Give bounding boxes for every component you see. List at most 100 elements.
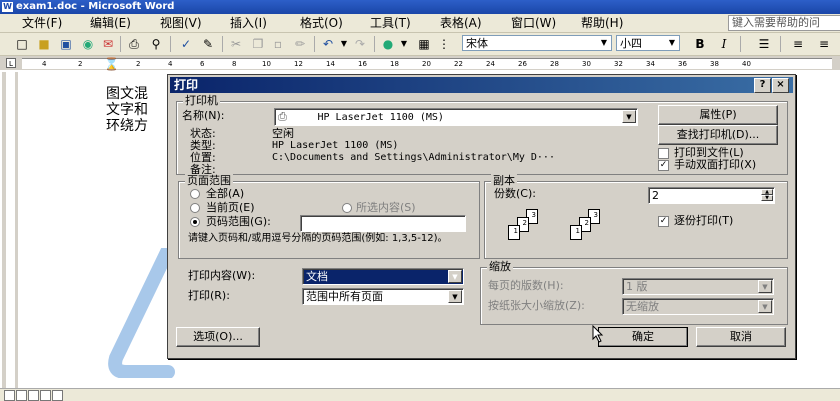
print-label: 打印(R):	[188, 289, 230, 302]
menu-table[interactable]: 表格(A)	[440, 16, 482, 30]
ruler-number: 2	[136, 60, 141, 68]
undo-icon[interactable]: ↶	[320, 36, 336, 52]
align-justify-icon[interactable]: ☰	[756, 36, 772, 52]
web-view-icon[interactable]	[16, 390, 27, 401]
copies-spinner[interactable]: ▲ ▼	[761, 189, 773, 202]
close-button[interactable]: ×	[772, 78, 789, 93]
radio-pages-label: 页码范围(G):	[206, 215, 271, 228]
options-button[interactable]: 选项(O)...	[176, 327, 260, 347]
hyperlink-icon[interactable]: ●	[380, 36, 396, 52]
print-to-file-checkbox[interactable]	[658, 148, 669, 159]
find-printer-button[interactable]: 查找打印机(D)...	[658, 125, 778, 145]
redo-icon[interactable]: ↷	[352, 36, 368, 52]
tab-selector-icon[interactable]: L	[6, 58, 16, 68]
page-range-input[interactable]	[300, 215, 466, 232]
vertical-ruler	[2, 72, 18, 390]
spelling-icon[interactable]: ✓	[178, 36, 194, 52]
chevron-down-icon: ▼	[668, 38, 676, 47]
indent-marker-icon[interactable]: ⌛	[104, 58, 119, 70]
ruler-number: 36	[678, 60, 687, 68]
toolbar-separator	[374, 36, 375, 52]
vertical-ruler-scale	[6, 72, 15, 390]
undo-dropdown-icon[interactable]: ▼	[336, 36, 352, 52]
bold-button[interactable]: B	[692, 36, 708, 52]
outline-view-icon[interactable]	[40, 390, 51, 401]
font-name-value: 宋体	[466, 37, 488, 50]
email-icon[interactable]: ✉	[100, 36, 116, 52]
menu-format[interactable]: 格式(O)	[300, 16, 343, 30]
doc-line[interactable]: 图文混	[106, 86, 148, 102]
radio-all-label: 全部(A)	[206, 187, 245, 200]
hyperlink-dropdown-icon[interactable]: ▼	[396, 36, 412, 52]
normal-view-icon[interactable]	[4, 390, 15, 401]
ruler-number: 20	[422, 60, 431, 68]
print-icon[interactable]: ⎙	[126, 36, 142, 52]
help-search-input[interactable]: 键入需要帮助的问	[728, 15, 840, 31]
spin-down-icon[interactable]: ▼	[761, 195, 773, 201]
page-icon: 1	[570, 225, 582, 240]
where-value: C:\Documents and Settings\Administrator\…	[272, 152, 555, 163]
menu-edit[interactable]: 编辑(E)	[90, 16, 131, 30]
print-preview-icon[interactable]: ⚲	[148, 36, 164, 52]
ruler-number: 38	[710, 60, 719, 68]
ruler-scale: 4 2 ⌛ 2 4 6 8 10 12 14 16 18 20 22 24 26…	[22, 58, 832, 70]
page-icon: 1	[508, 225, 520, 240]
doc-line[interactable]: 环绕方	[106, 118, 148, 134]
copy-icon[interactable]: ❐	[250, 36, 266, 52]
print-what-select[interactable]: 文档 ▼	[302, 268, 464, 285]
radio-current-page[interactable]	[190, 203, 200, 213]
menu-window[interactable]: 窗口(W)	[511, 16, 556, 30]
font-size-select[interactable]: 小四 ▼	[616, 35, 680, 51]
pages-per-sheet-value: 1 版	[626, 280, 648, 293]
page-range-hint: 请键入页码和/或用逗号分隔的页码范围(例如: 1,3,5-12)。	[188, 233, 448, 244]
printer-name-select[interactable]: ⎙ HP LaserJet 1100 (MS) ▼	[274, 108, 638, 126]
ruler-number: 28	[550, 60, 559, 68]
menu-view[interactable]: 视图(V)	[160, 16, 202, 30]
permission-icon[interactable]: ◉	[80, 36, 96, 52]
dialog-title: 打印	[174, 78, 199, 92]
italic-button[interactable]: I	[716, 36, 732, 52]
menu-file[interactable]: 文件(F)	[22, 16, 62, 30]
format-painter-icon[interactable]: ✏	[292, 36, 308, 52]
scale-value: 无缩放	[626, 300, 659, 313]
toolbar-options-icon[interactable]: ⋮	[436, 36, 452, 52]
chevron-down-icon: ▼	[448, 290, 462, 303]
tables-icon[interactable]: ▦	[416, 36, 432, 52]
radio-pages[interactable]	[190, 217, 200, 227]
help-button[interactable]: ?	[754, 78, 771, 93]
print-view-icon[interactable]	[28, 390, 39, 401]
paste-icon[interactable]: ▫	[270, 36, 286, 52]
bullets-icon[interactable]: ≡	[816, 36, 832, 52]
open-folder-icon[interactable]: ■	[36, 36, 52, 52]
menu-insert[interactable]: 插入(I)	[230, 16, 267, 30]
pages-per-sheet-label: 每页的版数(H):	[488, 279, 564, 292]
new-doc-icon[interactable]: □	[14, 36, 30, 52]
ruler-number: 4	[42, 60, 47, 68]
print-select[interactable]: 范围中所有页面 ▼	[302, 288, 464, 305]
horizontal-ruler[interactable]: L 4 2 ⌛ 2 4 6 8 10 12 14 16 18 20 22 24 …	[0, 56, 840, 70]
page-range-group-label: 页面范围	[185, 174, 233, 188]
cut-icon[interactable]: ✂	[228, 36, 244, 52]
print-dialog: 打印 ? × 打印机 名称(N): ⎙ HP LaserJet 1100 (MS…	[167, 74, 796, 359]
numbering-icon[interactable]: ≡	[790, 36, 806, 52]
ruler-number: 6	[200, 60, 205, 68]
research-icon[interactable]: ✎	[200, 36, 216, 52]
menu-help[interactable]: 帮助(H)	[581, 16, 623, 30]
menu-tools[interactable]: 工具(T)	[370, 16, 411, 30]
radio-selection-label: 所选内容(S)	[356, 201, 416, 214]
font-name-select[interactable]: 宋体 ▼	[462, 35, 612, 51]
save-icon[interactable]: ▣	[58, 36, 74, 52]
cancel-button[interactable]: 取消	[696, 327, 786, 347]
manual-duplex-checkbox[interactable]: ✓	[658, 160, 669, 171]
toolbar-separator	[740, 36, 741, 52]
ok-button[interactable]: 确定	[598, 327, 688, 347]
radio-all[interactable]	[190, 189, 200, 199]
properties-button[interactable]: 属性(P)	[658, 105, 778, 125]
zoom-group-label: 缩放	[487, 260, 513, 274]
toolbar-separator	[780, 36, 781, 52]
collate-checkbox[interactable]: ✓	[658, 216, 669, 227]
doc-line[interactable]: 文字和	[106, 102, 148, 118]
dialog-title-bar[interactable]: 打印 ? ×	[170, 77, 793, 93]
reading-view-icon[interactable]	[52, 390, 63, 401]
copies-input[interactable]: 2 ▲ ▼	[648, 187, 775, 204]
